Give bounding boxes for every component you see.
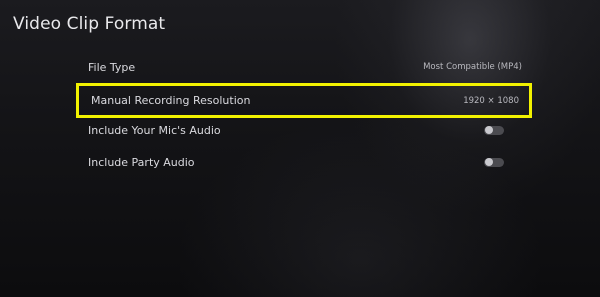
- setting-value: 1920 × 1080: [463, 95, 519, 106]
- toggle-knob: [485, 158, 493, 166]
- toggle-switch-icon[interactable]: [484, 125, 504, 135]
- setting-label: Manual Recording Resolution: [91, 94, 251, 107]
- page-title: Video Clip Format: [13, 14, 166, 34]
- setting-label: Include Party Audio: [88, 155, 195, 169]
- toggle-knob: [485, 126, 493, 134]
- setting-label: Include Your Mic's Audio: [88, 123, 221, 137]
- setting-row-include-mic-audio[interactable]: Include Your Mic's Audio: [76, 113, 532, 147]
- setting-label: File Type: [88, 60, 136, 74]
- screen: Video Clip Format File Type Most Compati…: [0, 0, 600, 297]
- setting-row-file-type[interactable]: File Type Most Compatible (MP4): [76, 50, 532, 84]
- setting-value: Most Compatible (MP4): [423, 62, 522, 72]
- setting-row-include-party-audio[interactable]: Include Party Audio: [76, 145, 532, 179]
- toggle-switch-icon[interactable]: [484, 157, 504, 167]
